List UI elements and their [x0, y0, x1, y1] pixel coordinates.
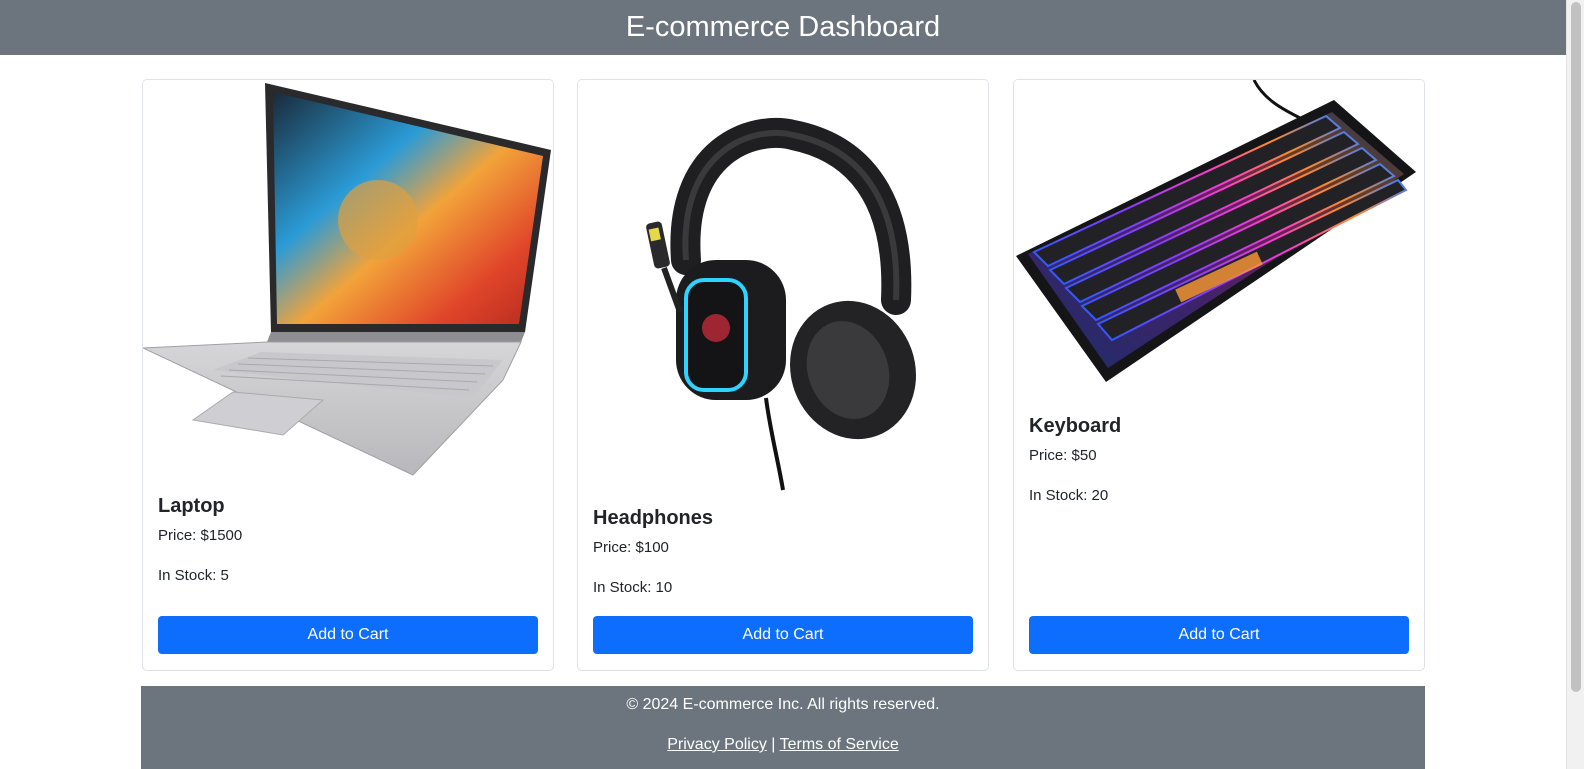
card-body: Laptop Price: $1500 In Stock: 5: [158, 494, 538, 586]
product-card-laptop: Laptop Price: $1500 In Stock: 5 Add to C…: [142, 79, 554, 671]
keyboard-image: [1014, 80, 1424, 402]
product-price: Price: $1500: [158, 527, 243, 544]
footer-links: Privacy Policy | Terms of Service: [141, 736, 1425, 754]
product-stock: In Stock: 10: [593, 579, 673, 596]
page-header: E-commerce Dashboard: [0, 0, 1566, 55]
product-price: Price: $50: [1029, 447, 1097, 464]
add-to-cart-button[interactable]: Add to Cart: [1029, 616, 1409, 654]
privacy-policy-link[interactable]: Privacy Policy: [667, 736, 767, 753]
scrollbar-thumb[interactable]: [1571, 2, 1581, 692]
card-body: Headphones Price: $100 In Stock: 10: [593, 506, 973, 598]
terms-of-service-link[interactable]: Terms of Service: [780, 736, 899, 753]
headphones-image: [578, 80, 988, 492]
footer-separator: |: [771, 736, 776, 753]
page-title: E-commerce Dashboard: [625, 11, 941, 43]
add-to-cart-button[interactable]: Add to Cart: [158, 616, 538, 654]
page-scrollbar[interactable]: [1566, 0, 1584, 769]
page-footer: © 2024 E-commerce Inc. All rights reserv…: [141, 686, 1425, 769]
product-card-headphones: Headphones Price: $100 In Stock: 10 Add …: [577, 79, 989, 671]
product-price: Price: $100: [593, 539, 669, 556]
add-to-cart-button[interactable]: Add to Cart: [593, 616, 973, 654]
card-body: Keyboard Price: $50 In Stock: 20: [1029, 414, 1409, 506]
product-name: Laptop: [158, 495, 225, 517]
laptop-image: [143, 80, 553, 485]
product-stock: In Stock: 5: [158, 567, 229, 584]
product-name: Headphones: [593, 507, 714, 529]
copyright-text: © 2024 E-commerce Inc. All rights reserv…: [626, 696, 940, 713]
product-card-keyboard: Keyboard Price: $50 In Stock: 20 Add to …: [1013, 79, 1425, 671]
product-stock: In Stock: 20: [1029, 487, 1109, 504]
product-name: Keyboard: [1029, 415, 1122, 437]
page: E-commerce Dashboard Laptop Price: $1500…: [0, 0, 1584, 769]
